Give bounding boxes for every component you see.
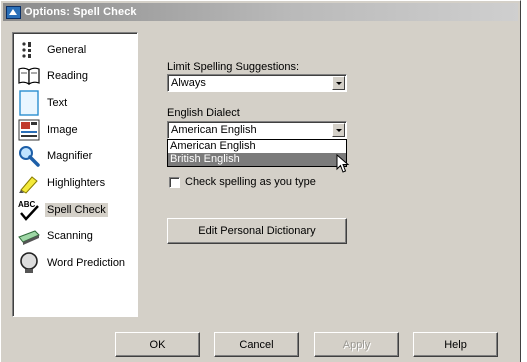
- dialect-option-british[interactable]: British English: [168, 153, 346, 166]
- reading-icon: [17, 64, 41, 88]
- ok-label: OK: [149, 338, 166, 351]
- dialect-option-american[interactable]: American English: [168, 140, 346, 153]
- sidebar-item-magnifier[interactable]: Magnifier: [17, 143, 94, 169]
- sidebar-item-label: Word Prediction: [47, 257, 126, 269]
- apply-button[interactable]: Apply: [314, 332, 399, 357]
- ok-button[interactable]: OK: [115, 332, 200, 357]
- sidebar-item-label: General: [47, 44, 87, 56]
- text-icon: [17, 90, 41, 116]
- sidebar-item-highlighters[interactable]: Highlighters: [17, 170, 107, 196]
- sidebar-item-label: Text: [47, 97, 68, 109]
- english-dialect-value: American English: [171, 124, 257, 136]
- sidebar-item-label: Reading: [47, 70, 88, 82]
- magnifier-icon: [17, 144, 41, 168]
- apply-label: Apply: [342, 338, 371, 351]
- svg-text:ABC: ABC: [18, 200, 36, 209]
- sidebar-item-label: Spell Check: [45, 203, 108, 217]
- help-button[interactable]: Help: [413, 332, 498, 357]
- sidebar-item-spell-check[interactable]: ABC Spell Check: [17, 197, 108, 223]
- general-icon: [17, 38, 41, 62]
- sidebar-item-label: Image: [47, 124, 78, 136]
- sidebar-item-image[interactable]: Image: [17, 117, 80, 143]
- chevron-down-icon: [335, 81, 342, 85]
- check-as-you-type-checkbox[interactable]: [169, 177, 180, 188]
- category-list[interactable]: General Reading Text Image Magnifier Hig…: [12, 32, 138, 317]
- sidebar-item-text[interactable]: Text: [17, 90, 69, 116]
- limit-suggestions-select[interactable]: Always: [167, 74, 347, 92]
- word-prediction-icon: [17, 251, 41, 275]
- check-as-you-type-label[interactable]: Check spelling as you type: [185, 176, 316, 188]
- chevron-down-icon: [335, 128, 342, 132]
- app-icon: [6, 5, 21, 19]
- limit-suggestions-value: Always: [171, 77, 206, 89]
- cancel-button[interactable]: Cancel: [214, 332, 299, 357]
- edit-personal-dictionary-label: Edit Personal Dictionary: [198, 225, 316, 237]
- sidebar-item-scanning[interactable]: Scanning: [17, 223, 95, 249]
- sidebar-item-label: Scanning: [47, 230, 93, 242]
- highlighter-icon: [17, 171, 41, 195]
- image-icon: [17, 118, 41, 142]
- cancel-label: Cancel: [239, 338, 274, 351]
- spell-check-panel: Limit Spelling Suggestions: Always Engli…: [138, 32, 518, 317]
- scanner-icon: [17, 224, 41, 248]
- mouse-cursor-icon: [336, 154, 350, 173]
- sidebar-item-word-prediction[interactable]: Word Prediction: [17, 250, 127, 276]
- window-title: Options: Spell Check: [24, 6, 137, 18]
- title-bar[interactable]: Options: Spell Check: [3, 3, 518, 21]
- edit-personal-dictionary-button[interactable]: Edit Personal Dictionary: [167, 218, 347, 244]
- dropdown-arrow-button[interactable]: [332, 123, 345, 137]
- sidebar-item-general[interactable]: General: [17, 37, 88, 63]
- help-label: Help: [444, 338, 467, 351]
- options-dialog: Options: Spell Check General Reading Tex…: [0, 0, 521, 362]
- dropdown-arrow-button[interactable]: [332, 76, 345, 90]
- english-dialect-dropdown-list[interactable]: American English British English: [167, 139, 347, 167]
- spell-check-icon: ABC: [17, 198, 41, 222]
- sidebar-item-label: Magnifier: [47, 150, 93, 162]
- sidebar-item-label: Highlighters: [47, 177, 106, 189]
- limit-suggestions-label: Limit Spelling Suggestions:: [167, 61, 300, 73]
- sidebar-item-reading[interactable]: Reading: [17, 63, 90, 89]
- english-dialect-label: English Dialect: [167, 107, 240, 119]
- english-dialect-select[interactable]: American English: [167, 121, 347, 139]
